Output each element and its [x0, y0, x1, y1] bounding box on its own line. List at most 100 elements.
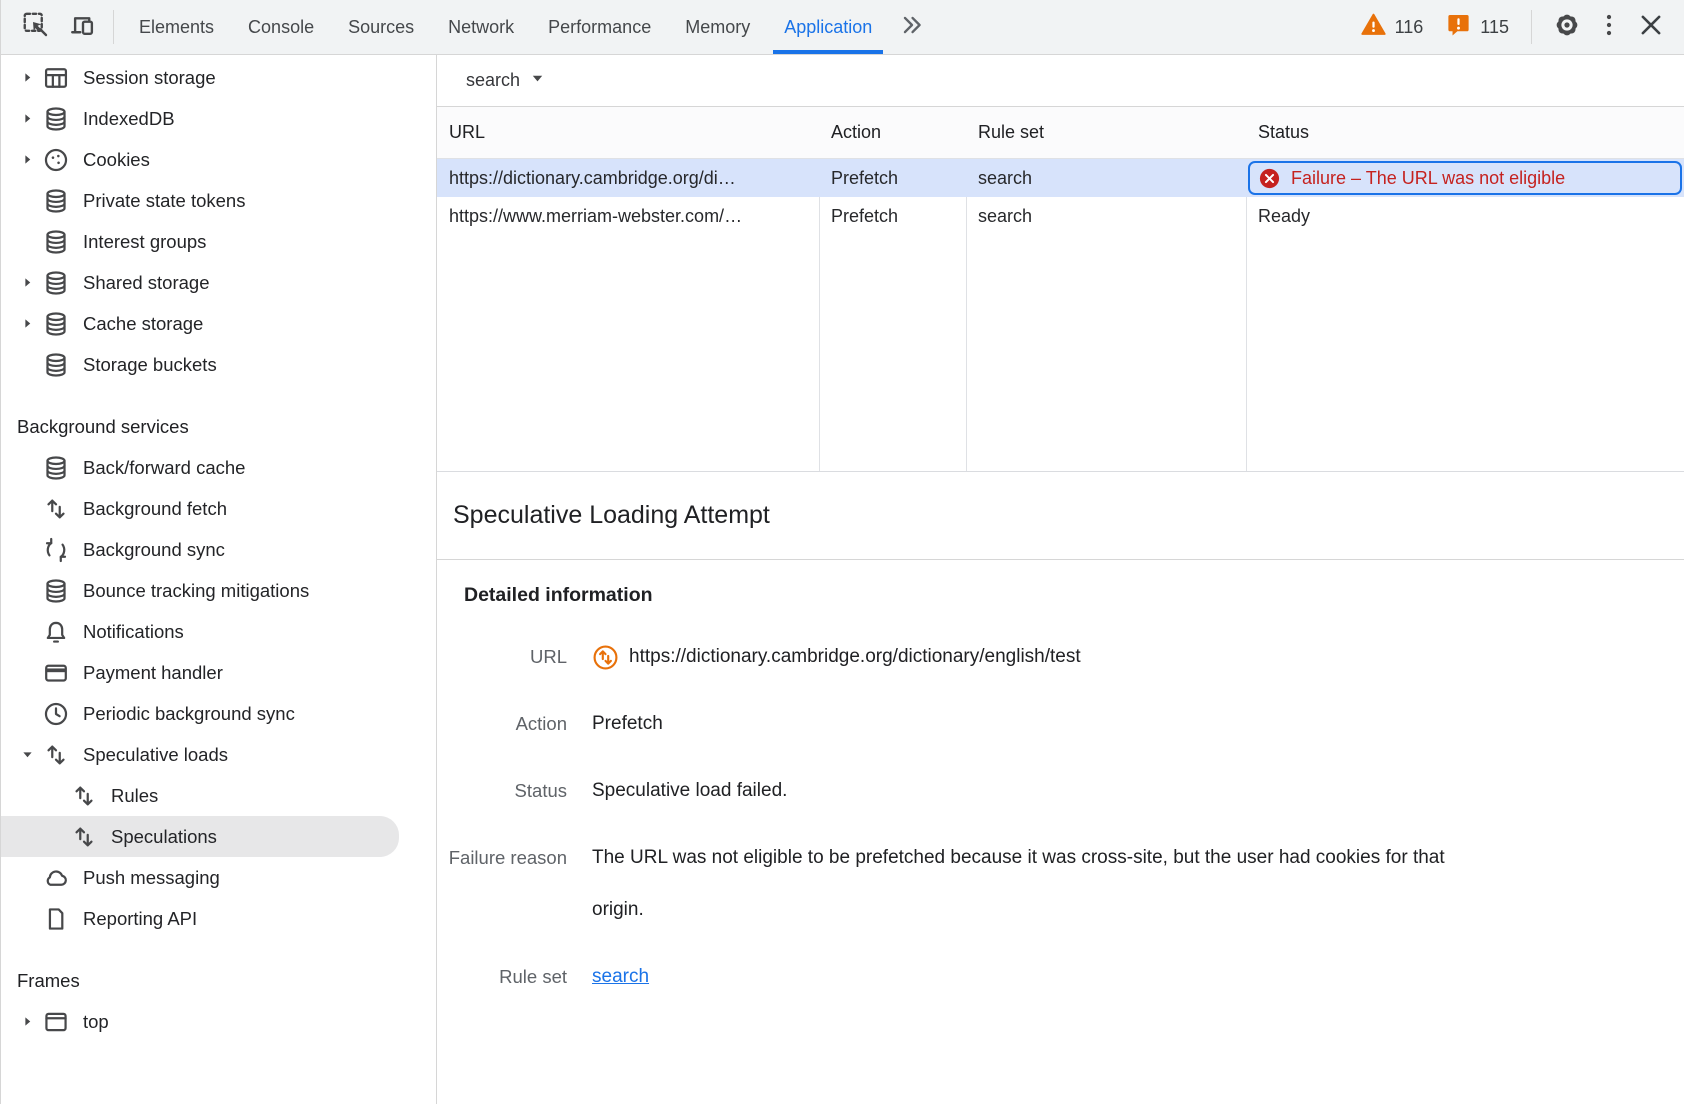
expander-spacer [15, 702, 39, 726]
detail-label-failure-reason: Failure reason [437, 832, 567, 936]
sidebar-section-frames: Frames [1, 960, 436, 1001]
tab-console[interactable]: Console [231, 0, 331, 54]
kebab-menu-icon [1594, 10, 1624, 45]
more-tabs-button[interactable] [889, 0, 935, 54]
section-heading: Detailed information [437, 584, 1684, 607]
sidebar-item-label: Notifications [83, 621, 184, 643]
issues-icon [1445, 11, 1472, 43]
sidebar-item-background-sync[interactable]: Background sync [1, 529, 436, 570]
rule-set-link[interactable]: search [592, 966, 649, 987]
chevron-right-icon[interactable] [15, 148, 39, 172]
sidebar-item-session-storage[interactable]: Session storage [1, 57, 436, 98]
failure-circle-icon [1258, 167, 1281, 190]
menu-button[interactable] [1590, 10, 1628, 45]
sidebar-item-label: Storage buckets [83, 354, 217, 376]
sidebar-item-label: Rules [111, 785, 158, 807]
sidebar-item-label: Bounce tracking mitigations [83, 580, 309, 602]
sidebar-item-speculative-loads[interactable]: Speculative loads [1, 734, 436, 775]
sidebar-item-notifications[interactable]: Notifications [1, 611, 436, 652]
devtools-window: ElementsConsoleSourcesNetworkPerformance… [0, 0, 1684, 1104]
expander-spacer [15, 661, 39, 685]
sidebar-item-storage-buckets[interactable]: Storage buckets [1, 344, 436, 385]
chevron-right-icon[interactable] [15, 312, 39, 336]
cell-action[interactable]: Prefetch [819, 159, 966, 197]
column-header-status[interactable]: Status [1246, 107, 1684, 158]
issues-counter[interactable]: 115 [1445, 11, 1509, 43]
status-failure-badge[interactable]: Failure – The URL was not eligible [1248, 161, 1682, 195]
sidebar-item-back-forward-cache[interactable]: Back/forward cache [1, 447, 436, 488]
cell-rule-set[interactable]: search [966, 159, 1246, 197]
updown-arrows-icon [41, 494, 71, 524]
tab-sources[interactable]: Sources [331, 0, 431, 54]
tabbar-divider [113, 10, 114, 44]
sidebar-item-interest-groups[interactable]: Interest groups [1, 221, 436, 262]
sidebar-item-cookies[interactable]: Cookies [1, 139, 436, 180]
chevron-right-icon[interactable] [15, 1010, 39, 1034]
close-button[interactable] [1628, 10, 1674, 45]
cookie-icon [41, 145, 71, 175]
sidebar-item-private-state-tokens[interactable]: Private state tokens [1, 180, 436, 221]
cell-status[interactable]: Failure – The URL was not eligible [1246, 159, 1684, 197]
cell-status[interactable]: Ready [1246, 197, 1684, 235]
sidebar-item-indexeddb[interactable]: IndexedDB [1, 98, 436, 139]
tab-application[interactable]: Application [767, 0, 889, 54]
expander-spacer [15, 538, 39, 562]
ruleset-filter-dropdown[interactable]: search [466, 70, 545, 91]
chevron-down-icon[interactable] [15, 743, 39, 767]
tabbar-right-tools: 116 115 [1360, 0, 1684, 54]
warnings-counter[interactable]: 116 [1360, 11, 1424, 43]
tab-network[interactable]: Network [431, 0, 531, 54]
table-row[interactable]: https://dictionary.cambridge.org/di…Pref… [437, 159, 1684, 197]
sidebar-item-rules[interactable]: Rules [1, 775, 436, 816]
inspect-cursor-icon [21, 10, 51, 45]
sidebar-item-label: Interest groups [83, 231, 206, 253]
inspect-element-button[interactable] [13, 10, 59, 45]
table-row[interactable]: https://www.merriam-webster.com/…Prefetc… [437, 197, 1684, 235]
speculative-load-icon [592, 644, 619, 671]
detail-value-failure-reason: The URL was not eligible to be prefetche… [592, 832, 1497, 936]
devtools-tabbar: ElementsConsoleSourcesNetworkPerformance… [1, 0, 1684, 55]
tab-memory[interactable]: Memory [668, 0, 767, 54]
detail-fields: URLhttps://dictionary.cambridge.org/dict… [437, 631, 1684, 1003]
sidebar-item-cache-storage[interactable]: Cache storage [1, 303, 436, 344]
device-toolbar-button[interactable] [59, 10, 105, 45]
sidebar-item-bounce-tracking-mitigations[interactable]: Bounce tracking mitigations [1, 570, 436, 611]
tab-performance[interactable]: Performance [531, 0, 668, 54]
database-icon [41, 576, 71, 606]
tabbar-left-tools [1, 0, 105, 54]
page-title: Speculative Loading Attempt [453, 501, 770, 530]
cell-url[interactable]: https://dictionary.cambridge.org/di… [437, 159, 819, 197]
sidebar-item-label: Speculative loads [83, 744, 228, 766]
application-sidebar: Session storageIndexedDBCookiesPrivate s… [1, 55, 437, 1104]
sidebar-item-label: Payment handler [83, 662, 223, 684]
tab-elements[interactable]: Elements [122, 0, 231, 54]
chevron-right-icon[interactable] [15, 271, 39, 295]
cell-action[interactable]: Prefetch [819, 197, 966, 235]
sidebar-item-speculations[interactable]: Speculations [1, 816, 399, 857]
sidebar-item-reporting-api[interactable]: Reporting API [1, 898, 436, 939]
sidebar-item-background-fetch[interactable]: Background fetch [1, 488, 436, 529]
chevron-right-icon[interactable] [15, 107, 39, 131]
updown-arrows-icon [69, 781, 99, 811]
cell-rule-set[interactable]: search [966, 197, 1246, 235]
expander-spacer [15, 620, 39, 644]
column-header-action[interactable]: Action [819, 107, 966, 158]
sidebar-item-push-messaging[interactable]: Push messaging [1, 857, 436, 898]
chevron-right-icon[interactable] [15, 66, 39, 90]
sidebar-item-shared-storage[interactable]: Shared storage [1, 262, 436, 303]
frame-icon [41, 1007, 71, 1037]
tabbar-divider [1531, 10, 1532, 44]
sidebar-item-top[interactable]: top [1, 1001, 436, 1042]
column-header-rule-set[interactable]: Rule set [966, 107, 1246, 158]
column-header-url[interactable]: URL [437, 107, 819, 158]
database-icon [41, 453, 71, 483]
database-icon [41, 227, 71, 257]
updown-arrows-icon [69, 822, 99, 852]
sidebar-item-periodic-background-sync[interactable]: Periodic background sync [1, 693, 436, 734]
cell-url[interactable]: https://www.merriam-webster.com/… [437, 197, 819, 235]
sidebar-item-payment-handler[interactable]: Payment handler [1, 652, 436, 693]
expander-spacer [15, 189, 39, 213]
close-icon [1636, 10, 1666, 45]
settings-button[interactable] [1544, 10, 1590, 45]
expander-spacer [43, 784, 67, 808]
